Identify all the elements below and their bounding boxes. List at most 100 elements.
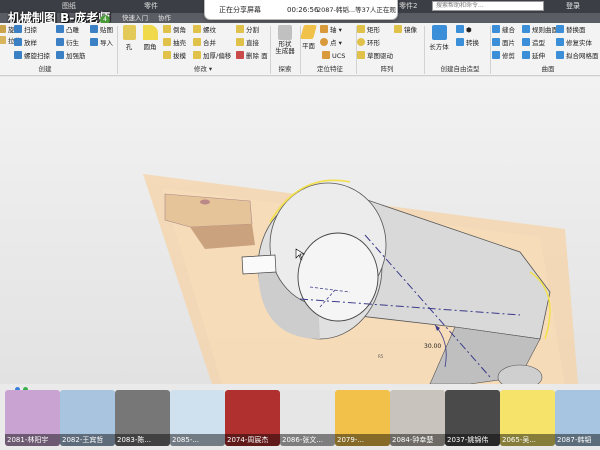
axis-button[interactable]: 轴 ▾ bbox=[320, 25, 342, 36]
emboss-button[interactable]: 凸雕 bbox=[56, 25, 79, 36]
surface-patch-icon bbox=[492, 38, 500, 46]
ruled-surface-button[interactable]: 规则曲面 bbox=[522, 25, 558, 36]
boss-slot[interactable] bbox=[241, 254, 277, 275]
hole-icon bbox=[122, 25, 136, 40]
mirror-icon bbox=[394, 25, 402, 33]
fit-mesh-button[interactable]: 拟合网格面 bbox=[556, 51, 599, 62]
model-view[interactable]: 30.00 R5 bbox=[0, 77, 600, 390]
plane-icon bbox=[300, 25, 317, 39]
shell-icon bbox=[163, 38, 171, 46]
participant-tile[interactable]: 2086-张文... bbox=[280, 390, 335, 446]
chamfer-button[interactable]: 倒角 bbox=[163, 25, 186, 36]
replace-face-icon bbox=[556, 25, 564, 33]
hole-button[interactable]: 孔 bbox=[121, 25, 137, 51]
thread-button[interactable]: 螺纹 bbox=[193, 25, 216, 36]
participant-name: 2081-林阳宇 bbox=[5, 434, 60, 446]
participant-name: 2086-张文... bbox=[280, 434, 335, 446]
rib-button[interactable]: 加强筋 bbox=[56, 51, 86, 62]
ucs-button[interactable]: UCS bbox=[322, 51, 345, 62]
sculpt-button[interactable]: 造型 bbox=[522, 38, 545, 49]
derive-button[interactable]: 衍生 bbox=[56, 38, 79, 49]
participant-name: 2087-韩韬 bbox=[555, 434, 600, 446]
3d-viewport[interactable]: 30.00 R5 bbox=[0, 77, 600, 390]
tab-part2[interactable]: 零件2 bbox=[395, 1, 421, 12]
participant-tile[interactable]: 2082-王宾哲 bbox=[60, 390, 115, 446]
shell-button[interactable]: 抽壳 bbox=[163, 38, 186, 49]
coil-button[interactable]: 螺旋扫掠 bbox=[14, 51, 50, 62]
patch-button[interactable]: 面片 bbox=[492, 38, 515, 49]
shape-generator-icon bbox=[278, 25, 292, 40]
circ-pattern-button[interactable]: 环形 bbox=[357, 38, 380, 49]
plane-button[interactable]: 平面 bbox=[300, 25, 317, 50]
decal-icon bbox=[90, 25, 98, 33]
dimension-label[interactable]: 30.00 bbox=[424, 343, 441, 350]
convert-button[interactable]: 转换 bbox=[456, 38, 479, 49]
participant-name: 2085-... bbox=[170, 434, 225, 446]
help-search-input[interactable]: 搜索帮助和命令... bbox=[432, 1, 544, 11]
freeform-box-button[interactable]: 长方体 bbox=[426, 25, 452, 51]
participant-name: 2074-周宸杰 bbox=[225, 434, 280, 446]
patch-icon bbox=[456, 25, 464, 33]
participant-tile[interactable]: 2037-姚锦伟 bbox=[445, 390, 500, 446]
group-work-features-label: 定位特征 bbox=[317, 65, 343, 73]
thicken-icon bbox=[193, 51, 201, 59]
ucs-icon bbox=[322, 51, 330, 59]
sketch-pattern-icon bbox=[357, 51, 365, 59]
trim-icon bbox=[492, 51, 500, 59]
stitch-button[interactable]: 缝合 bbox=[492, 25, 515, 36]
loft-icon bbox=[14, 38, 22, 46]
participant-tile[interactable]: 2081-林阳宇 bbox=[5, 390, 60, 446]
participant-name: 2082-王宾哲 bbox=[60, 434, 115, 446]
ribbon-separator bbox=[117, 26, 118, 74]
group-create-label: 创建 bbox=[38, 65, 52, 73]
decal-button[interactable]: 贴图 bbox=[90, 25, 113, 36]
loft-button[interactable]: 放样 bbox=[14, 38, 37, 49]
revolve-icon bbox=[0, 25, 6, 33]
surface-patch-button[interactable]: ⬢ bbox=[456, 25, 472, 36]
trim-button[interactable]: 修剪 bbox=[492, 51, 515, 62]
rect-pattern-icon bbox=[357, 25, 365, 33]
shape-generator-button[interactable]: 形状 生成器 bbox=[273, 25, 297, 55]
ribbon-tab-collaborate[interactable]: 协作 bbox=[158, 13, 171, 23]
derive-icon bbox=[56, 38, 64, 46]
replace-face-button[interactable]: 替换面 bbox=[556, 25, 586, 36]
sign-in-link[interactable]: 登录 bbox=[566, 1, 580, 12]
participant-tile[interactable]: 2065-吴... bbox=[500, 390, 555, 446]
group-modify-label[interactable]: 修改 ▾ bbox=[175, 65, 231, 74]
fit-mesh-icon bbox=[556, 51, 564, 59]
sketch-pattern-button[interactable]: 草图驱动 bbox=[357, 51, 393, 62]
repair-body-button[interactable]: 修复实体 bbox=[556, 38, 592, 49]
sculpt-icon bbox=[522, 38, 530, 46]
rect-pattern-button[interactable]: 矩形 bbox=[357, 25, 380, 36]
tab-part[interactable]: 零件 bbox=[140, 1, 162, 12]
split-button[interactable]: 分割 bbox=[236, 25, 259, 36]
share-timer: 00:26:56 bbox=[287, 6, 319, 14]
participant-tile[interactable]: 2085-... bbox=[170, 390, 225, 446]
direct-edit-button[interactable]: 直接 bbox=[236, 38, 259, 49]
point-icon bbox=[320, 38, 328, 46]
participant-name: 2037-姚锦伟 bbox=[445, 434, 500, 446]
delete-face-button[interactable]: 删除 面 bbox=[236, 51, 268, 62]
participant-tile[interactable]: 2087-韩韬 bbox=[555, 390, 600, 446]
participant-name: 2084-钟幸楚 bbox=[390, 434, 445, 446]
thicken-button[interactable]: 加厚/偏移 bbox=[193, 51, 231, 62]
import-button[interactable]: 导入 bbox=[90, 38, 113, 49]
tab-hole bbox=[200, 199, 210, 205]
participant-tile[interactable]: 2079-... bbox=[335, 390, 390, 446]
direct-edit-icon bbox=[236, 38, 244, 46]
combine-button[interactable]: 合并 bbox=[193, 38, 216, 49]
screen-share-banner: 正在分享屏幕 00:26:56 2087-韩韬...等37人正在观看 bbox=[204, 0, 398, 32]
point-button[interactable]: 点 ▾ bbox=[320, 38, 342, 49]
sweep-button[interactable]: 扫掠 bbox=[14, 25, 37, 36]
extend-button[interactable]: 延伸 bbox=[522, 51, 545, 62]
participant-tile[interactable]: 2083-陈... bbox=[115, 390, 170, 446]
ribbon-tab-getting-started[interactable]: 快速入门 bbox=[122, 13, 148, 23]
boss-bore[interactable] bbox=[297, 232, 379, 322]
participant-tile[interactable]: 2074-周宸杰 bbox=[225, 390, 280, 446]
participant-tile[interactable]: 2084-钟幸楚 bbox=[390, 390, 445, 446]
participant-name: 2083-陈... bbox=[115, 434, 170, 446]
convert-icon bbox=[456, 38, 464, 46]
draft-button[interactable]: 拔模 bbox=[163, 51, 186, 62]
mirror-button[interactable]: 镜像 bbox=[394, 25, 417, 36]
fillet-button[interactable]: 圆角 bbox=[141, 25, 159, 51]
